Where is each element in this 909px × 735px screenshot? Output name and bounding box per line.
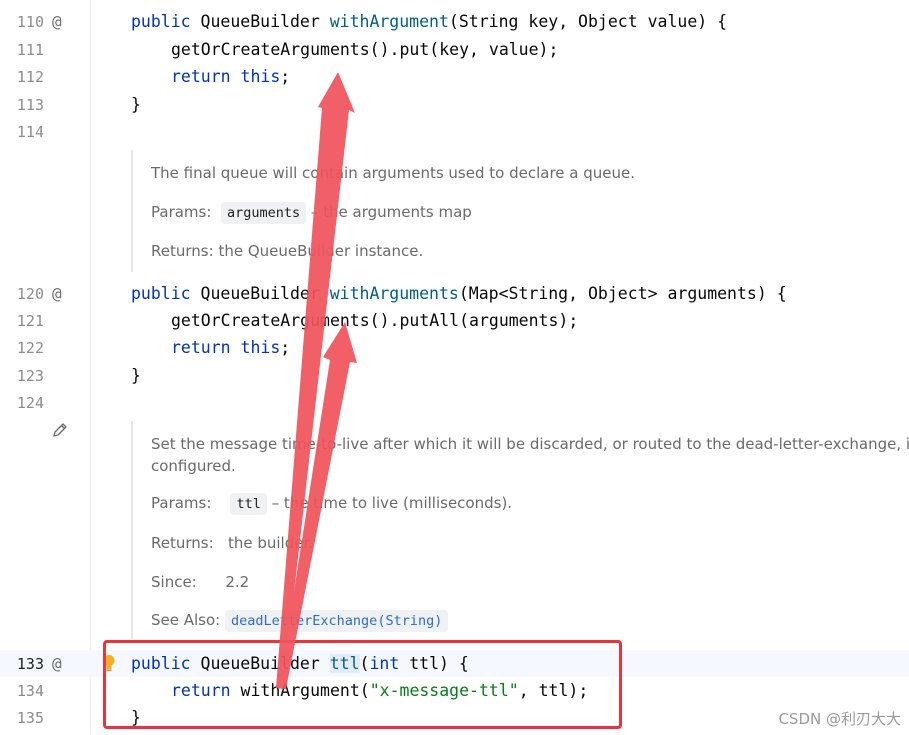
code-line[interactable]: return this;	[171, 66, 290, 88]
doc-description: Set the message time-to-live after which…	[151, 435, 909, 453]
code-line[interactable]: }	[131, 365, 141, 387]
param-chip: arguments	[220, 202, 307, 224]
line-number[interactable]: 135	[0, 708, 44, 728]
line-number[interactable]: 121	[0, 311, 44, 331]
line-number[interactable]: 120	[0, 284, 44, 304]
code-line[interactable]: getOrCreateArguments().putAll(arguments)…	[171, 310, 578, 332]
code-line[interactable]: }	[131, 94, 141, 116]
edit-pencil-icon[interactable]	[52, 422, 68, 442]
line-number[interactable]: 124	[0, 393, 44, 413]
line-number[interactable]: 111	[0, 40, 44, 60]
watermark: CSDN @利刃大大	[778, 710, 901, 728]
code-line[interactable]: return this;	[171, 337, 290, 359]
override-marker-icon[interactable]: @	[52, 654, 62, 674]
param-chip: ttl	[230, 493, 267, 515]
line-number[interactable]: 112	[0, 67, 44, 87]
doc-returns: Returns: the builder.	[151, 534, 314, 552]
code-line[interactable]: public QueueBuilder withArgument(String …	[131, 11, 727, 33]
rendered-javadoc: Set the message time-to-live after which…	[131, 421, 909, 639]
doc-returns: Returns: the QueueBuilder instance.	[151, 242, 424, 260]
override-marker-icon[interactable]: @	[52, 12, 62, 32]
code-line[interactable]: public QueueBuilder withArguments(Map<St…	[131, 283, 787, 305]
see-also-link[interactable]: deadLetterExchange(String)	[225, 610, 449, 632]
line-number[interactable]: 122	[0, 338, 44, 358]
override-marker-icon[interactable]: @	[52, 284, 62, 304]
doc-params: Params: ttl – the time to live (millisec…	[151, 493, 512, 515]
doc-since: Since: 2.2	[151, 573, 250, 591]
rendered-javadoc: The final queue will contain arguments u…	[131, 150, 909, 272]
doc-params: Params: arguments – the arguments map	[151, 202, 472, 224]
line-number-current[interactable]: 133	[0, 654, 44, 674]
line-number[interactable]: 123	[0, 366, 44, 386]
doc-description: The final queue will contain arguments u…	[151, 164, 636, 182]
doc-see-also: See Also: deadLetterExchange(String)	[151, 610, 449, 632]
line-number[interactable]: 113	[0, 95, 44, 115]
line-number[interactable]: 114	[0, 122, 44, 142]
line-number[interactable]: 110	[0, 12, 44, 32]
doc-description: configured.	[151, 457, 236, 475]
line-number[interactable]: 134	[0, 681, 44, 701]
gutter-separator	[90, 0, 91, 735]
annotation-highlight-box	[103, 640, 622, 729]
code-line[interactable]: getOrCreateArguments().put(key, value);	[171, 39, 558, 61]
